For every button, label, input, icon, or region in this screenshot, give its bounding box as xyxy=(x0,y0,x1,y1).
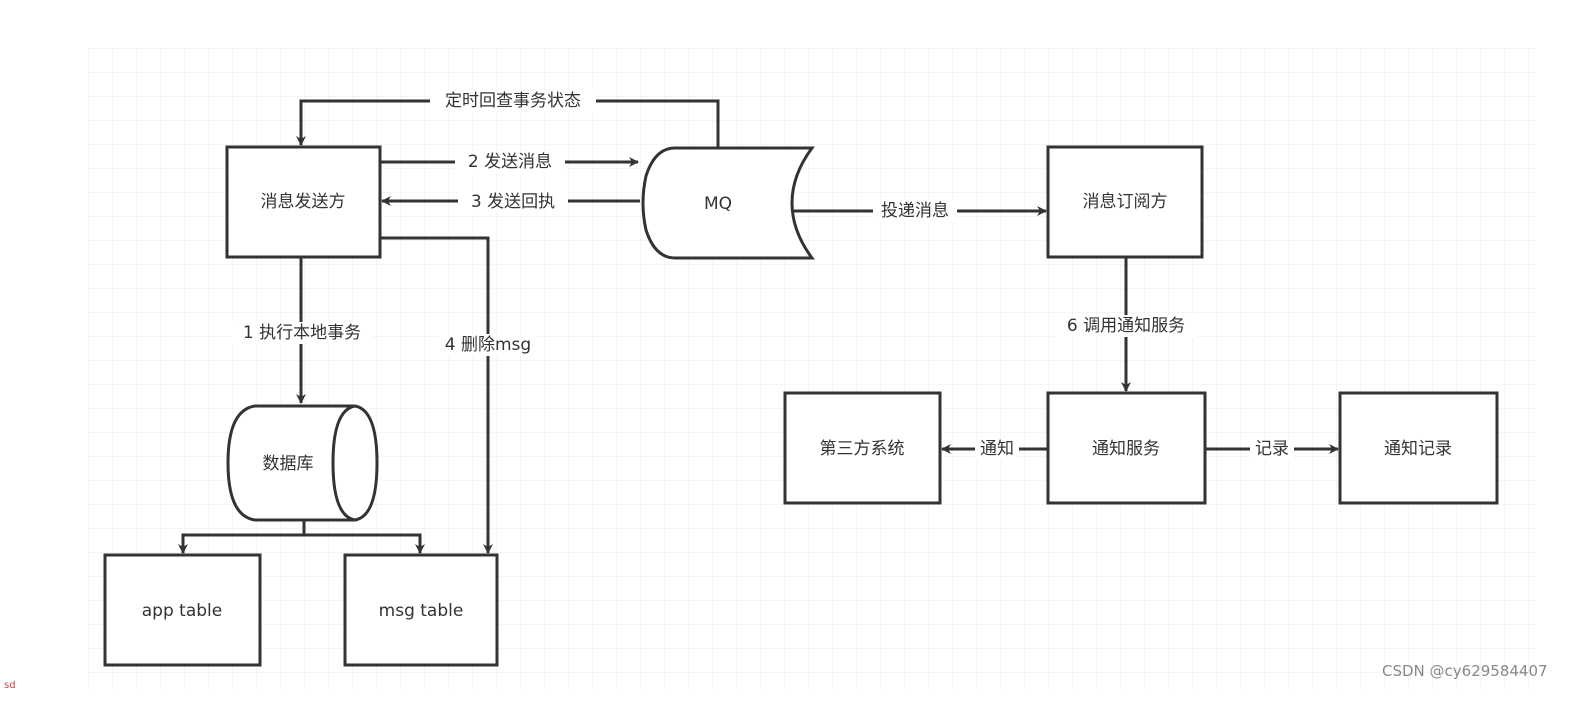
label-send-receipt: 3 发送回执 xyxy=(471,192,555,212)
label-notify: 通知 xyxy=(980,439,1014,459)
watermark: CSDN @cy629584407 xyxy=(1382,662,1548,680)
diagram-canvas: 定时回查事务状态 2 发送消息 3 发送回执 投递消息 1 执行本地事务 4 删… xyxy=(88,48,1536,690)
node-msg-table-label: msg table xyxy=(379,601,464,621)
label-local-tx: 1 执行本地事务 xyxy=(243,323,361,343)
node-notify-record-label: 通知记录 xyxy=(1384,439,1452,459)
label-call-notify: 6 调用通知服务 xyxy=(1067,316,1185,336)
node-mq-label: MQ xyxy=(704,194,732,214)
node-sender-label: 消息发送方 xyxy=(261,192,346,212)
label-deliver: 投递消息 xyxy=(881,201,949,221)
corner-text: sd xyxy=(4,680,16,691)
node-third-party-label: 第三方系统 xyxy=(820,439,905,459)
grid-background xyxy=(88,48,1536,690)
label-delete-msg: 4 删除msg xyxy=(445,335,531,355)
label-record: 记录 xyxy=(1255,439,1289,459)
label-check-status: 定时回查事务状态 xyxy=(445,91,581,111)
node-app-table-label: app table xyxy=(142,601,222,621)
node-database-label: 数据库 xyxy=(263,454,314,474)
node-notify-service-label: 通知服务 xyxy=(1092,439,1160,459)
node-subscriber-label: 消息订阅方 xyxy=(1083,192,1168,212)
label-send-msg: 2 发送消息 xyxy=(468,152,552,172)
